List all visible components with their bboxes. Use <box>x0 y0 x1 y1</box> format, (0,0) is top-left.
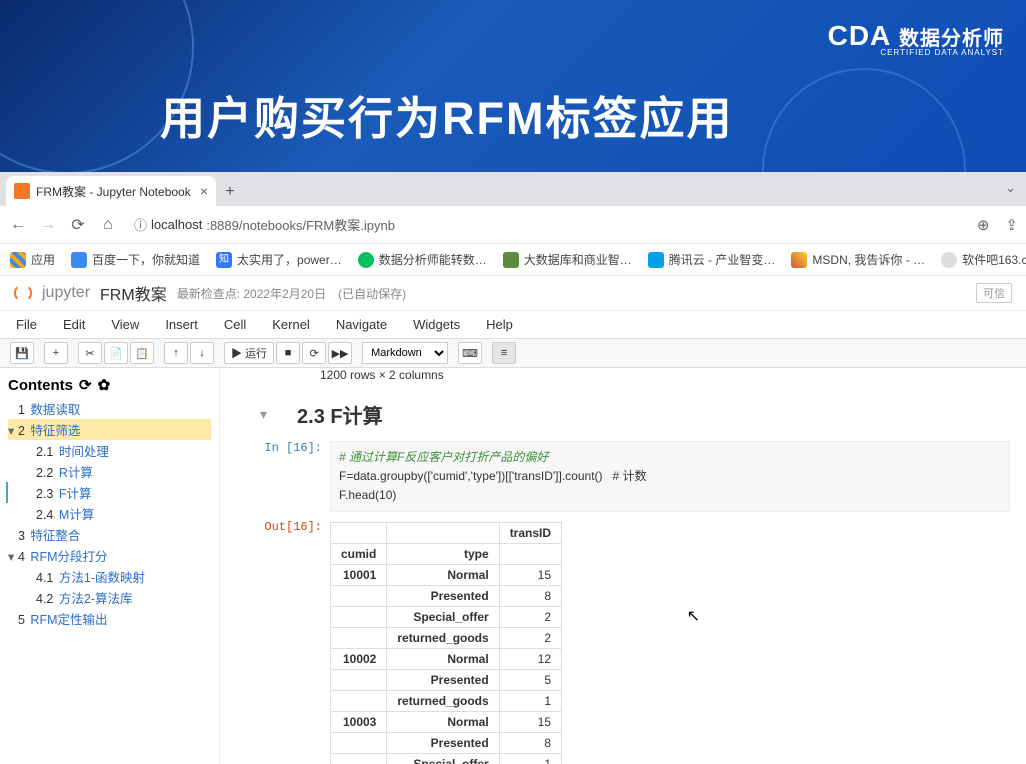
menu-widgets[interactable]: Widgets <box>413 317 460 332</box>
bookmarks-bar: 应用 百度一下，你就知道 知太实用了，power… 数据分析师能转数… 大数据库… <box>0 244 1026 276</box>
menu-navigate[interactable]: Navigate <box>336 317 387 332</box>
code-editor[interactable]: # 通过计算F反应客户对打折产品的偏好 F=data.groupby(['cum… <box>330 441 1010 512</box>
favicon <box>648 252 664 268</box>
gear-icon[interactable]: ✿ <box>98 376 111 394</box>
share-icon[interactable]: ⇪ <box>1005 216 1018 234</box>
minimize-icon[interactable]: ⌄ <box>1005 180 1016 196</box>
jupyter-logo-icon <box>14 284 32 302</box>
close-icon[interactable]: × <box>200 183 208 199</box>
apps-icon <box>10 252 26 268</box>
toc-item[interactable]: 4.2 方法2-算法库 <box>8 587 211 608</box>
dataframe-shape-label: 1200 rows × 2 columns <box>320 368 1010 382</box>
jupyter-menubar: File Edit View Insert Cell Kernel Naviga… <box>0 310 1026 338</box>
refresh-icon[interactable]: ⟳ <box>79 376 92 394</box>
back-icon[interactable]: ← <box>8 216 28 234</box>
toc-item[interactable]: 4.1 方法1-函数映射 <box>8 566 211 587</box>
banner-title: 用户购买行为RFM标签应用 <box>160 82 733 147</box>
toc-item[interactable]: ▾2 特征筛选 <box>8 419 211 440</box>
jupyter-brand: jupyter <box>42 284 90 302</box>
toc-item[interactable]: ▾4 RFM分段打分 <box>8 545 211 566</box>
toc-item[interactable]: 2.2 R计算 <box>8 461 211 482</box>
menu-cell[interactable]: Cell <box>224 317 246 332</box>
move-up-button[interactable]: ↑ <box>164 342 188 364</box>
menu-file[interactable]: File <box>16 317 37 332</box>
toc-item[interactable]: 1 数据读取 <box>8 398 211 419</box>
toc-item[interactable]: 2.3 F计算 <box>6 482 211 503</box>
out-prompt: Out[16]: <box>260 520 330 764</box>
jupyter-toolbar: 💾 + ✂ 📄 📋 ↑ ↓ ▶ 运行 ■ ⟳ ▶▶ Markdown ⌨ ≡ <box>0 338 1026 368</box>
paste-button[interactable]: 📋 <box>130 342 154 364</box>
favicon <box>791 252 807 268</box>
home-icon[interactable]: ⌂ <box>98 216 118 234</box>
cda-logo: CDA 数据分析师 CERTIFIED DATA ANALYST <box>828 20 1004 57</box>
apps-button[interactable]: 应用 <box>10 251 55 268</box>
celltype-select[interactable]: Markdown <box>362 342 448 364</box>
toc-item[interactable]: 2.4 M计算 <box>8 503 211 524</box>
favicon <box>71 252 87 268</box>
bookmark-item[interactable]: 百度一下，你就知道 <box>71 251 200 268</box>
tab-title: FRM教案 - Jupyter Notebook <box>36 183 191 200</box>
output-cell: Out[16]: transIDcumidtype10001Normal15Pr… <box>260 520 1010 764</box>
toc-item[interactable]: 3 特征整合 <box>8 524 211 545</box>
section-title: 2.3 F计算 <box>297 400 383 429</box>
url-field[interactable]: ⓘ localhost:8889/notebooks/FRM教案.ipynb <box>128 215 967 234</box>
cut-button[interactable]: ✂ <box>78 342 102 364</box>
restart-run-button[interactable]: ▶▶ <box>328 342 352 364</box>
checkpoint-label: 最新检查点: 2022年2月20日 (已自动保存) <box>177 285 406 302</box>
in-prompt: In [16]: <box>260 441 330 512</box>
menu-view[interactable]: View <box>111 317 139 332</box>
favicon <box>503 252 519 268</box>
command-palette-button[interactable]: ⌨ <box>458 342 482 364</box>
menu-help[interactable]: Help <box>486 317 513 332</box>
bookmark-item[interactable]: 知太实用了，power… <box>216 251 342 268</box>
toc-title: Contents ⟳ ✿ <box>8 376 211 394</box>
interrupt-button[interactable]: ■ <box>276 342 300 364</box>
site-info-icon[interactable]: ⓘ <box>134 215 147 234</box>
toc-item[interactable]: 5 RFM定性输出 <box>8 608 211 629</box>
code-cell[interactable]: In [16]: # 通过计算F反应客户对打折产品的偏好 F=data.grou… <box>260 441 1010 512</box>
dataframe-output: transIDcumidtype10001Normal15Presented8S… <box>330 522 562 764</box>
search-icon[interactable]: ⊕ <box>977 216 990 234</box>
notebook-area: 1200 rows × 2 columns ▾ 2.3 F计算 In [16]:… <box>220 368 1026 764</box>
menu-insert[interactable]: Insert <box>165 317 198 332</box>
jupyter-favicon <box>14 183 30 199</box>
reload-icon[interactable]: ⟳ <box>68 215 88 235</box>
bookmark-item[interactable]: 腾讯云 - 产业智变… <box>648 251 776 268</box>
new-tab-button[interactable]: + <box>216 178 244 206</box>
browser-tab[interactable]: FRM教案 - Jupyter Notebook × <box>6 176 216 206</box>
forward-icon[interactable]: → <box>38 216 58 234</box>
collapse-icon[interactable]: ▾ <box>260 406 267 423</box>
address-bar: ← → ⟳ ⌂ ⓘ localhost:8889/notebooks/FRM教案… <box>0 206 1026 244</box>
jupyter-header: jupyter FRM教案 最新检查点: 2022年2月20日 (已自动保存) … <box>0 276 1026 310</box>
menu-edit[interactable]: Edit <box>63 317 85 332</box>
toc-sidebar: Contents ⟳ ✿ 1 数据读取▾2 特征筛选2.1 时间处理2.2 R计… <box>0 368 220 764</box>
favicon <box>358 252 374 268</box>
bookmark-item[interactable]: MSDN, 我告诉你 - … <box>791 251 925 268</box>
add-cell-button[interactable]: + <box>44 342 68 364</box>
toc-toggle-button[interactable]: ≡ <box>492 342 516 364</box>
favicon <box>941 252 957 268</box>
bookmark-item[interactable]: 大数据库和商业智… <box>503 251 632 268</box>
trusted-badge[interactable]: 可信 <box>976 283 1012 303</box>
run-button[interactable]: ▶ 运行 <box>224 342 274 364</box>
notebook-name[interactable]: FRM教案 <box>100 281 167 305</box>
bookmark-item[interactable]: 软件吧163.com <box>941 251 1026 268</box>
favicon: 知 <box>216 252 232 268</box>
move-down-button[interactable]: ↓ <box>190 342 214 364</box>
toc-item[interactable]: 2.1 时间处理 <box>8 440 211 461</box>
course-banner: CDA 数据分析师 CERTIFIED DATA ANALYST 用户购买行为R… <box>0 0 1026 172</box>
restart-button[interactable]: ⟳ <box>302 342 326 364</box>
copy-button[interactable]: 📄 <box>104 342 128 364</box>
browser-tabstrip: FRM教案 - Jupyter Notebook × + ⌄ <box>0 172 1026 206</box>
save-button[interactable]: 💾 <box>10 342 34 364</box>
bookmark-item[interactable]: 数据分析师能转数… <box>358 251 487 268</box>
menu-kernel[interactable]: Kernel <box>272 317 310 332</box>
